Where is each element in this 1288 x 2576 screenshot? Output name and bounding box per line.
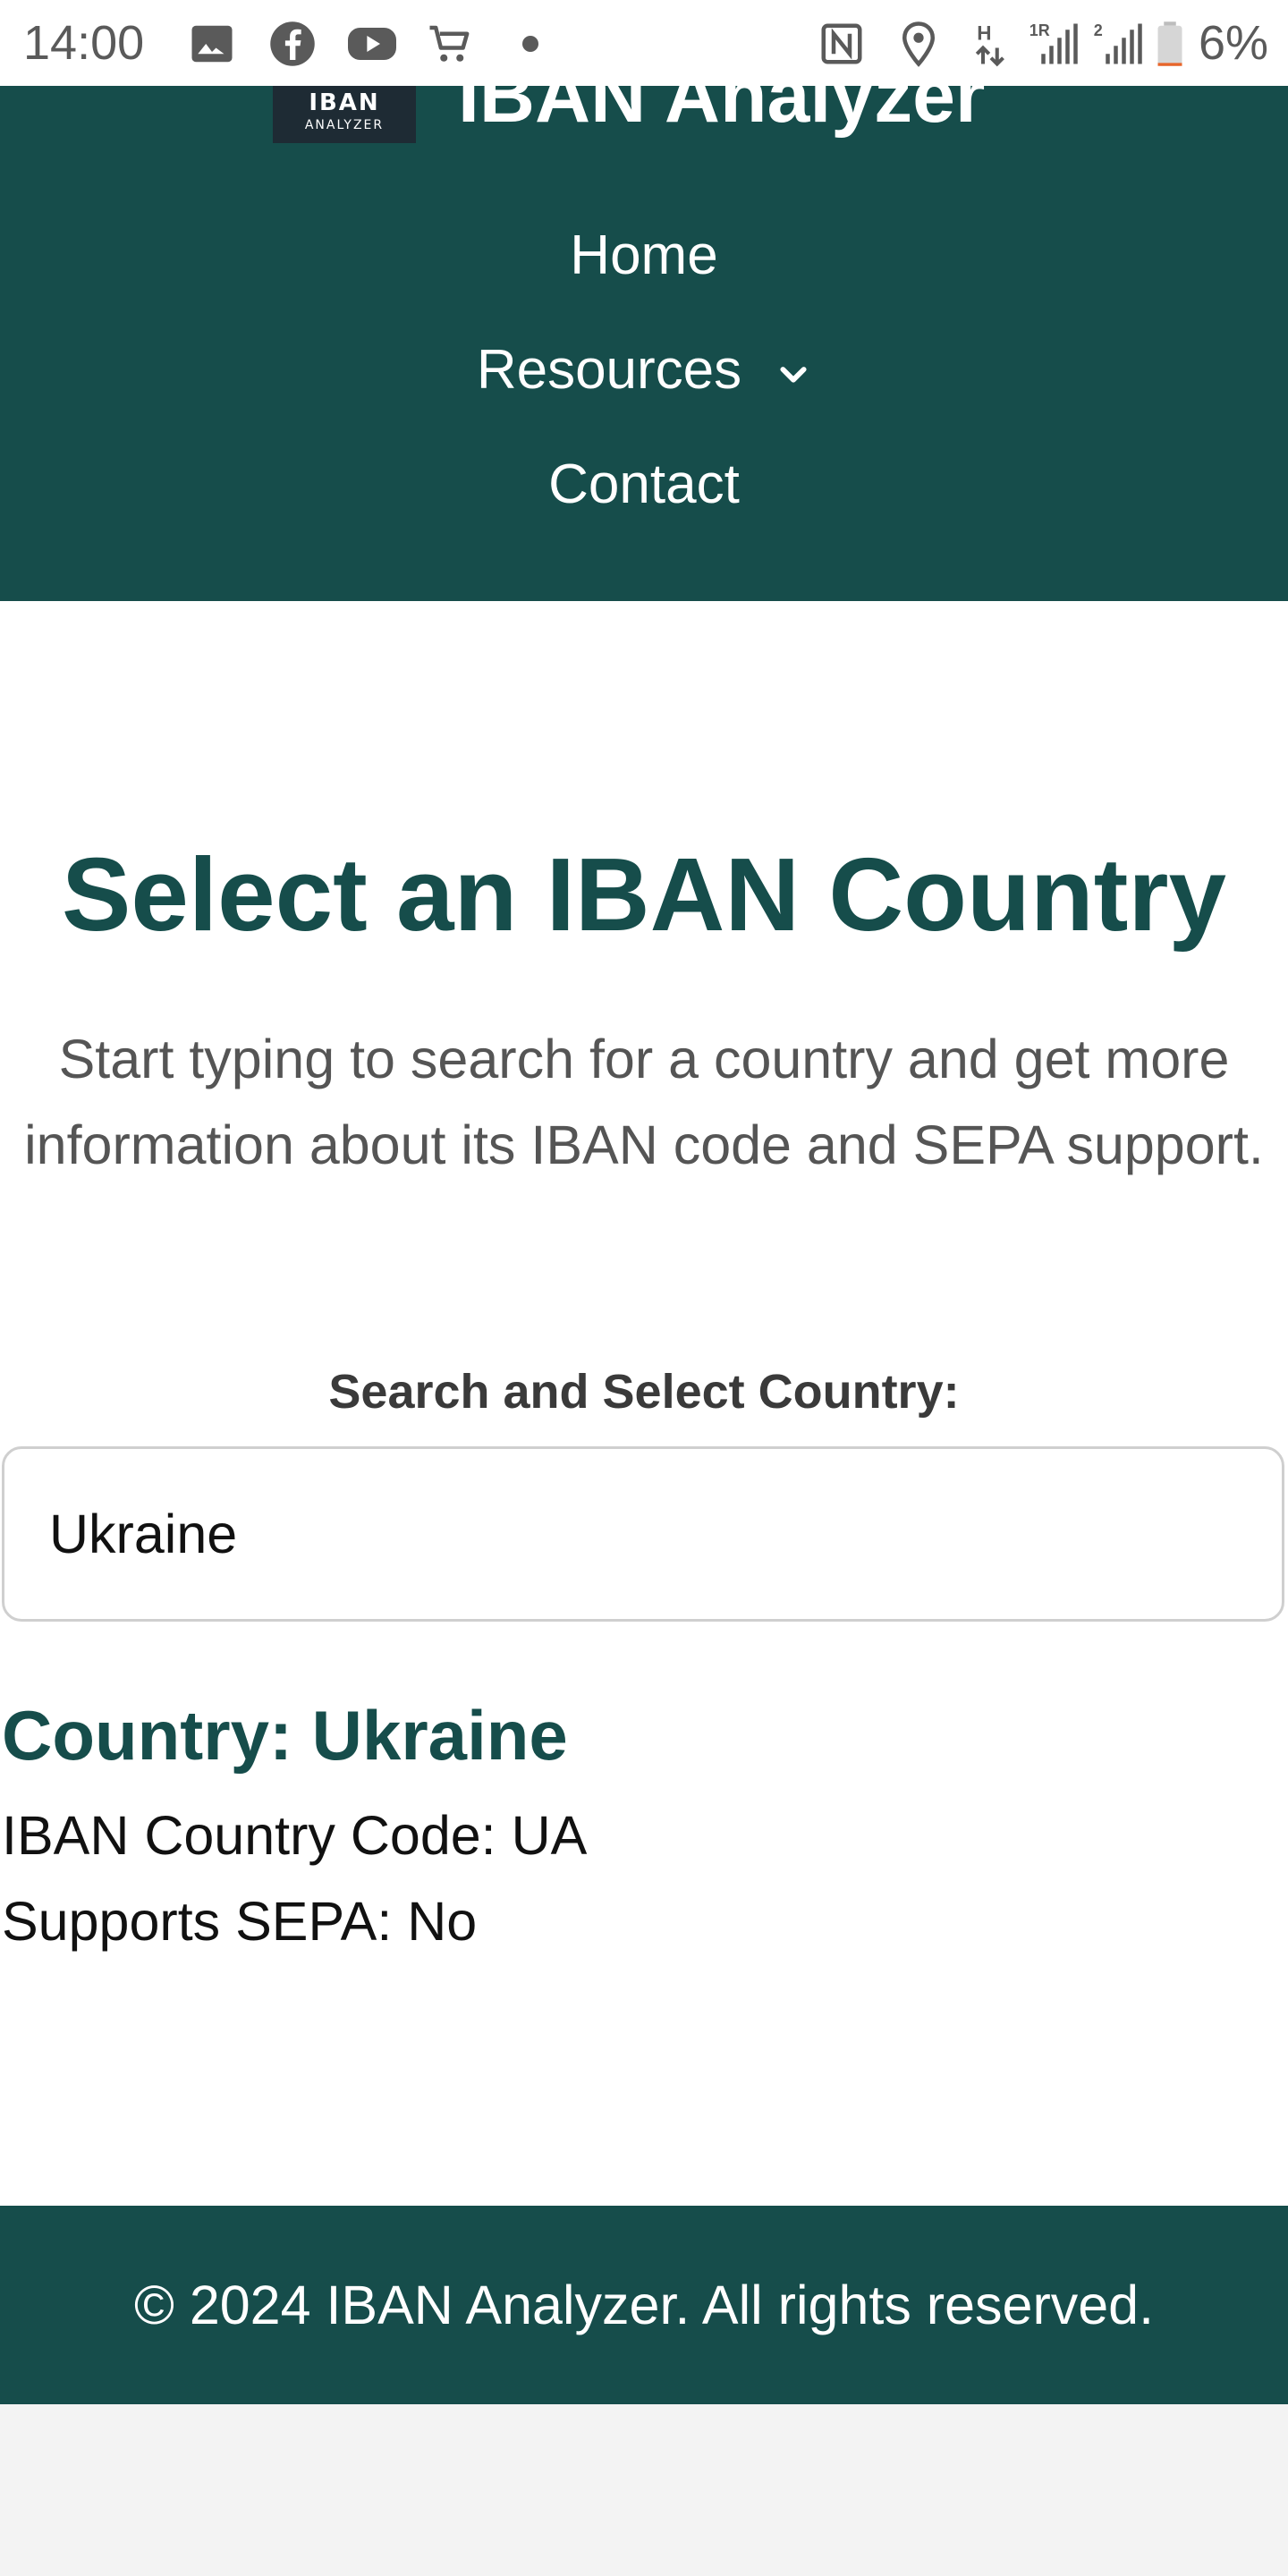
sim-2-label: 2 <box>1094 21 1103 39</box>
site-footer: © 2024 IBAN Analyzer. All rights reserve… <box>0 2206 1288 2404</box>
nav-item-resources[interactable]: Resources <box>0 313 1288 428</box>
nfc-icon <box>821 23 862 64</box>
status-time: 14:00 <box>23 16 145 70</box>
country-search-input[interactable] <box>2 1446 1284 1622</box>
signal-1-icon: 1R <box>1030 21 1078 64</box>
intro-text: Start typing to search for a country and… <box>24 1029 1264 1175</box>
result-sepa-support: Supports SEPA: No <box>2 1891 478 1952</box>
logo-subtext: ANALYZER <box>304 118 385 132</box>
location-icon <box>902 21 936 67</box>
search-label: Search and Select Country: <box>328 1365 960 1419</box>
cart-icon <box>429 25 470 62</box>
youtube-icon <box>348 28 396 60</box>
dot-icon <box>522 36 538 52</box>
footer-copyright: © 2024 IBAN Analyzer. All rights reserve… <box>133 2275 1155 2335</box>
result-iban-code: IBAN Country Code: UA <box>2 1805 588 1866</box>
result-country-title: Country: Ukraine <box>2 1696 568 1775</box>
site-logo[interactable]: IBAN ANALYZER <box>273 86 416 143</box>
main-content: Select an IBAN Country Start typing to s… <box>0 601 1288 2206</box>
battery-icon <box>1157 21 1182 66</box>
nav-item-contact[interactable]: Contact <box>0 428 1288 542</box>
signal-2-icon: 2 <box>1094 21 1142 64</box>
chevron-down-icon <box>780 366 807 383</box>
status-bar: 14:00 H 1R 2 6% <box>0 0 1288 86</box>
nav-item-label: Home <box>570 225 718 286</box>
facebook-icon <box>270 21 315 66</box>
data-arrows-icon: H <box>975 22 1004 67</box>
sim-1-label: 1R <box>1030 21 1050 39</box>
site-header: IBAN ANALYZER IBAN Analyzer Home Resourc… <box>0 86 1288 601</box>
battery-percentage: 6% <box>1198 16 1268 70</box>
page-title: Select an IBAN Country <box>62 836 1226 953</box>
nav-item-label: Resources <box>476 339 742 401</box>
main-nav: Home Resources Contact <box>0 199 1288 542</box>
site-title[interactable]: IBAN Analyzer <box>458 86 985 145</box>
nav-item-label: Contact <box>548 453 740 515</box>
logo-text: IBAN <box>309 89 380 116</box>
nav-item-home[interactable]: Home <box>0 199 1288 313</box>
signal-h-label: H <box>977 22 991 45</box>
image-icon <box>191 25 233 63</box>
